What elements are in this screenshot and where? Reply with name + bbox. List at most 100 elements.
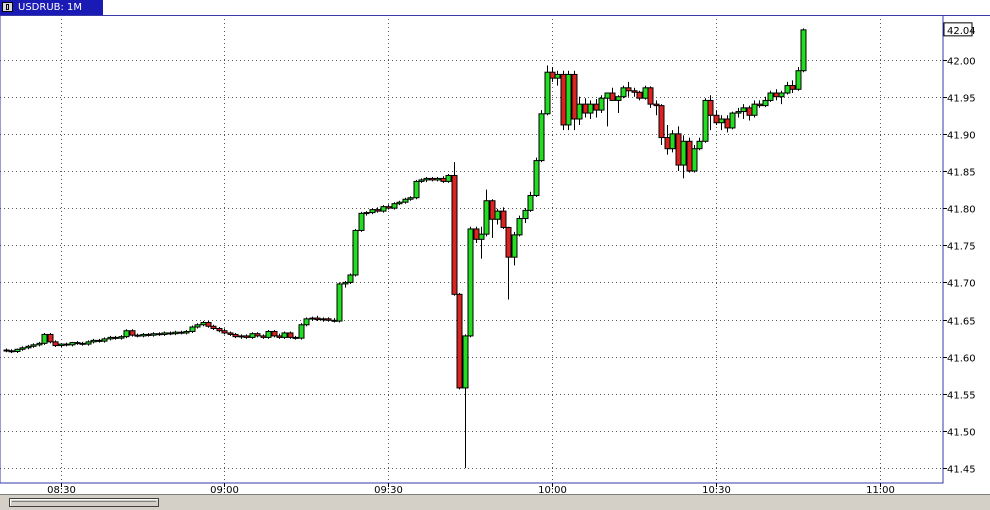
candle (571, 70, 578, 131)
candle (746, 105, 753, 121)
candle-body (358, 212, 365, 231)
candle (604, 92, 611, 127)
candle (303, 317, 310, 327)
candle-body (254, 333, 261, 337)
candle (336, 282, 343, 323)
candle-body (172, 331, 179, 335)
candle (320, 317, 327, 322)
candle (784, 81, 791, 95)
candle (533, 157, 540, 197)
candle (653, 100, 660, 116)
candle (478, 226, 485, 259)
candle-body (189, 326, 196, 332)
y-tick-label: 41.55 (947, 391, 976, 402)
candle-body (25, 345, 32, 349)
candle (615, 95, 622, 114)
candle-body (69, 342, 76, 346)
y-tick-label: 41.45 (947, 465, 976, 476)
candle (773, 89, 780, 101)
candle-body (352, 229, 359, 276)
candle-body (200, 322, 207, 326)
candle (30, 343, 37, 348)
candle (309, 316, 316, 322)
candle (101, 337, 108, 343)
candle (538, 110, 545, 163)
scrollbar-thumb[interactable] (9, 498, 159, 507)
candle (396, 200, 403, 206)
candle-body (96, 339, 103, 342)
candle (636, 90, 643, 101)
candle-body (686, 140, 693, 172)
candle (183, 329, 190, 335)
candle-body (647, 87, 654, 105)
candle-body (576, 103, 583, 120)
candle-body (538, 113, 545, 162)
candle-body (260, 335, 267, 338)
candle (96, 338, 103, 343)
candle (58, 343, 65, 348)
candle (500, 207, 507, 229)
candle (565, 70, 572, 131)
candle-body (467, 228, 474, 337)
candle (342, 280, 349, 288)
candles (3, 28, 807, 469)
candle-body (795, 70, 802, 90)
candle-body (292, 336, 299, 339)
candle (69, 341, 76, 347)
candle (112, 335, 119, 340)
candle-body (456, 293, 463, 389)
candle-body (194, 324, 201, 328)
candle (522, 208, 529, 223)
candle-body (691, 148, 698, 172)
candle (675, 126, 682, 171)
candle-body (407, 197, 414, 200)
candle-body (58, 343, 65, 347)
candle-body (489, 200, 496, 220)
candle-body (767, 92, 774, 101)
horizontal-scrollbar[interactable] (0, 494, 990, 510)
candle-body (123, 330, 130, 338)
candle-body (232, 333, 239, 338)
y-tick-label: 41.60 (947, 354, 976, 365)
candle-body (707, 99, 714, 116)
candle-body (740, 107, 747, 113)
candle (664, 124, 671, 155)
candle-body (713, 114, 720, 124)
candle (593, 98, 600, 118)
candle-body (451, 174, 458, 295)
candle-body (527, 195, 534, 211)
candle-body (620, 87, 627, 98)
candle-body (511, 234, 518, 258)
candle-body (298, 324, 305, 339)
candle-body (483, 200, 490, 235)
candle-body (402, 198, 409, 203)
candle (702, 98, 709, 143)
price-chart[interactable]: 42.00 41.95 41.90 41.85 41.80 41.75 41.70 41.65… (0, 0, 990, 510)
y-tick-label: 41.75 (947, 242, 976, 253)
candle-body (3, 349, 10, 352)
candle (696, 137, 703, 151)
candle-body (374, 209, 381, 212)
candle-body (150, 333, 157, 336)
candle-body (746, 107, 753, 116)
candle (363, 211, 370, 216)
candle (63, 342, 70, 347)
candle (232, 332, 239, 339)
candle (161, 331, 168, 336)
candle-body (729, 112, 736, 129)
candle (718, 115, 725, 131)
candle-body (423, 177, 430, 181)
y-tick-label: 41.90 (947, 131, 976, 142)
candle (205, 321, 212, 328)
candle-body (696, 140, 703, 150)
candle-body (429, 177, 436, 181)
chart-tab[interactable]: USDRUB: 1M (0, 0, 103, 15)
candle-body (265, 330, 272, 338)
candle (429, 176, 436, 182)
candle-body (571, 73, 578, 120)
candle-body (658, 105, 665, 139)
candle (686, 137, 693, 173)
candle-body (625, 87, 632, 92)
candle-body (19, 347, 26, 350)
candle-body (221, 330, 228, 334)
